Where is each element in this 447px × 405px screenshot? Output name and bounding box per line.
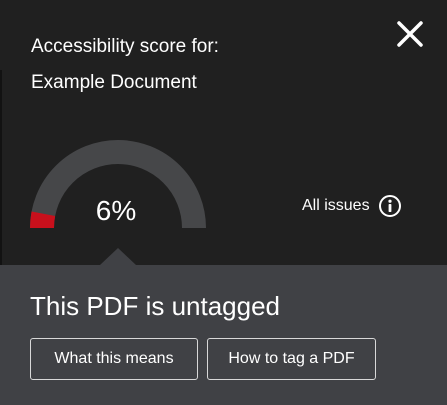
accessibility-score-panel: Accessibility score for: Example Documen… (0, 0, 447, 405)
score-header-section: Accessibility score for: Example Documen… (0, 0, 447, 270)
panel-edge (0, 70, 2, 270)
gauge-fill (30, 211, 56, 229)
all-issues-label: All issues (302, 197, 370, 214)
score-title-label: Accessibility score for: (31, 36, 219, 57)
what-this-means-button[interactable]: What this means (30, 338, 198, 380)
all-issues-link[interactable]: All issues (302, 193, 402, 219)
document-name: Example Document (31, 72, 197, 93)
close-button[interactable] (394, 18, 426, 50)
status-section (0, 265, 447, 405)
status-message: This PDF is untagged (30, 291, 281, 321)
score-value: 6% (95, 195, 137, 226)
info-icon (378, 195, 401, 217)
close-icon (397, 21, 423, 47)
callout-pointer (100, 248, 136, 265)
how-to-tag-pdf-button[interactable]: How to tag a PDF (207, 338, 376, 380)
